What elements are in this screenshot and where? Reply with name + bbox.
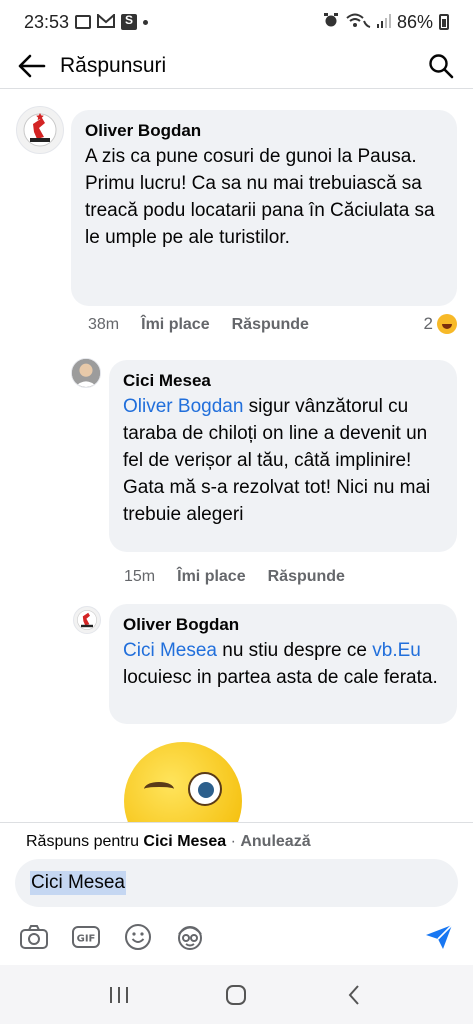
battery-percent: 86%: [396, 11, 433, 32]
like-button[interactable]: Îmi place: [141, 316, 209, 334]
wifi-call-icon: [345, 12, 371, 33]
comment-author[interactable]: Cici Mesea: [123, 369, 443, 393]
avatar-sticker-button[interactable]: [174, 921, 206, 953]
status-left: 23:53 S: [24, 11, 149, 33]
comment-bubble: Oliver Bogdan A zis ca pune cosuri de gu…: [71, 110, 457, 306]
cancel-reply-button[interactable]: Anulează: [240, 833, 310, 850]
replying-to-line: Răspuns pentru Cici Mesea · Anulează: [26, 833, 311, 851]
avatar-sticker-icon: [178, 926, 202, 950]
gif-button[interactable]: GIF: [70, 921, 102, 953]
header-divider: [0, 88, 473, 89]
reply-composer: Răspuns pentru Cici Mesea · Anulează Cic…: [0, 822, 473, 965]
camera-button[interactable]: [18, 921, 50, 953]
reply-button[interactable]: Răspunde: [232, 316, 309, 334]
reaction-count: 2: [423, 314, 433, 333]
svg-text:GIF: GIF: [77, 934, 96, 945]
comment-bubble: Cici Mesea Oliver Bogdan sigur vânzătoru…: [109, 360, 457, 552]
reply-prefix: Răspuns pentru: [26, 833, 144, 850]
wink-eye: [144, 782, 174, 796]
app-s-notification-icon: S: [121, 14, 138, 30]
club-logo-icon: [23, 113, 57, 147]
status-right: 86%: [323, 12, 449, 33]
comment-text: Cici Mesea nu stiu despre ce vb.Eu locui…: [123, 637, 443, 691]
comment-time: 15m: [124, 568, 156, 585]
back-nav-button[interactable]: [334, 975, 374, 1015]
avatar[interactable]: [16, 106, 64, 154]
status-bar: 23:53 S 86%: [0, 0, 473, 44]
avatar[interactable]: [73, 606, 101, 634]
smiley-icon: [125, 924, 151, 950]
home-icon: [226, 984, 247, 1005]
reaction-summary[interactable]: 2: [424, 314, 457, 334]
arrow-left-icon: [18, 54, 46, 78]
reply-separator: ·: [226, 833, 241, 850]
mention-link[interactable]: Oliver Bogdan: [123, 396, 243, 417]
send-icon: [426, 924, 453, 949]
send-button[interactable]: [423, 921, 455, 953]
club-logo-icon: [77, 610, 97, 630]
search-button[interactable]: [425, 50, 457, 82]
emoji-button[interactable]: [122, 921, 154, 953]
comment-author[interactable]: Oliver Bogdan: [123, 613, 443, 637]
mention-link[interactable]: Cici Mesea: [123, 640, 217, 661]
alarm-icon: [323, 12, 339, 33]
comment-body: locuiesc in partea asta de cale ferata.: [123, 667, 438, 688]
more-notifications-icon: [143, 19, 149, 25]
like-button[interactable]: Îmi place: [177, 568, 245, 586]
comment-actions: 38m Îmi place Răspunde: [88, 316, 309, 334]
comment-author[interactable]: Oliver Bogdan: [85, 119, 443, 143]
comment-time: 38m: [88, 316, 120, 333]
reply-target: Cici Mesea: [143, 833, 227, 850]
recent-apps-button[interactable]: [99, 975, 139, 1015]
comment-actions: 15m Îmi place Răspunde: [124, 568, 345, 586]
comment-bubble: Oliver Bogdan Cici Mesea nu stiu despre …: [109, 604, 457, 724]
comment-text: A zis ca pune cosuri de gunoi la Pausa. …: [85, 146, 435, 248]
home-button[interactable]: [216, 975, 256, 1015]
chevron-left-icon: [348, 984, 359, 1005]
comment-text: Oliver Bogdan sigur vânzătorul cu taraba…: [123, 393, 443, 528]
battery-icon: [439, 14, 449, 30]
reply-input[interactable]: Cici Mesea: [15, 859, 458, 907]
page-title: Răspunsuri: [60, 54, 167, 77]
app-header: Răspunsuri: [0, 44, 473, 88]
recents-icon: [109, 986, 128, 1003]
reply-button[interactable]: Răspunde: [268, 568, 345, 586]
gmail-notification-icon: [97, 12, 116, 33]
search-icon: [429, 54, 454, 79]
gallery-notification-icon: [75, 15, 92, 29]
camera-icon: [20, 925, 48, 949]
signal-icon: [376, 12, 391, 33]
back-button[interactable]: [16, 50, 48, 82]
clock: 23:53: [24, 11, 70, 32]
laugh-reaction-icon: [437, 314, 457, 334]
open-eye: [188, 772, 222, 806]
system-nav-bar: [0, 965, 473, 1024]
mention-tag[interactable]: Cici Mesea: [30, 871, 126, 895]
comment-body: nu stiu despre ce: [216, 640, 373, 661]
user-photo-icon: [72, 359, 100, 387]
composer-toolbar: GIF: [0, 919, 473, 955]
gif-icon: GIF: [72, 926, 100, 948]
inline-link[interactable]: vb.Eu: [372, 640, 421, 661]
avatar[interactable]: [71, 358, 101, 388]
